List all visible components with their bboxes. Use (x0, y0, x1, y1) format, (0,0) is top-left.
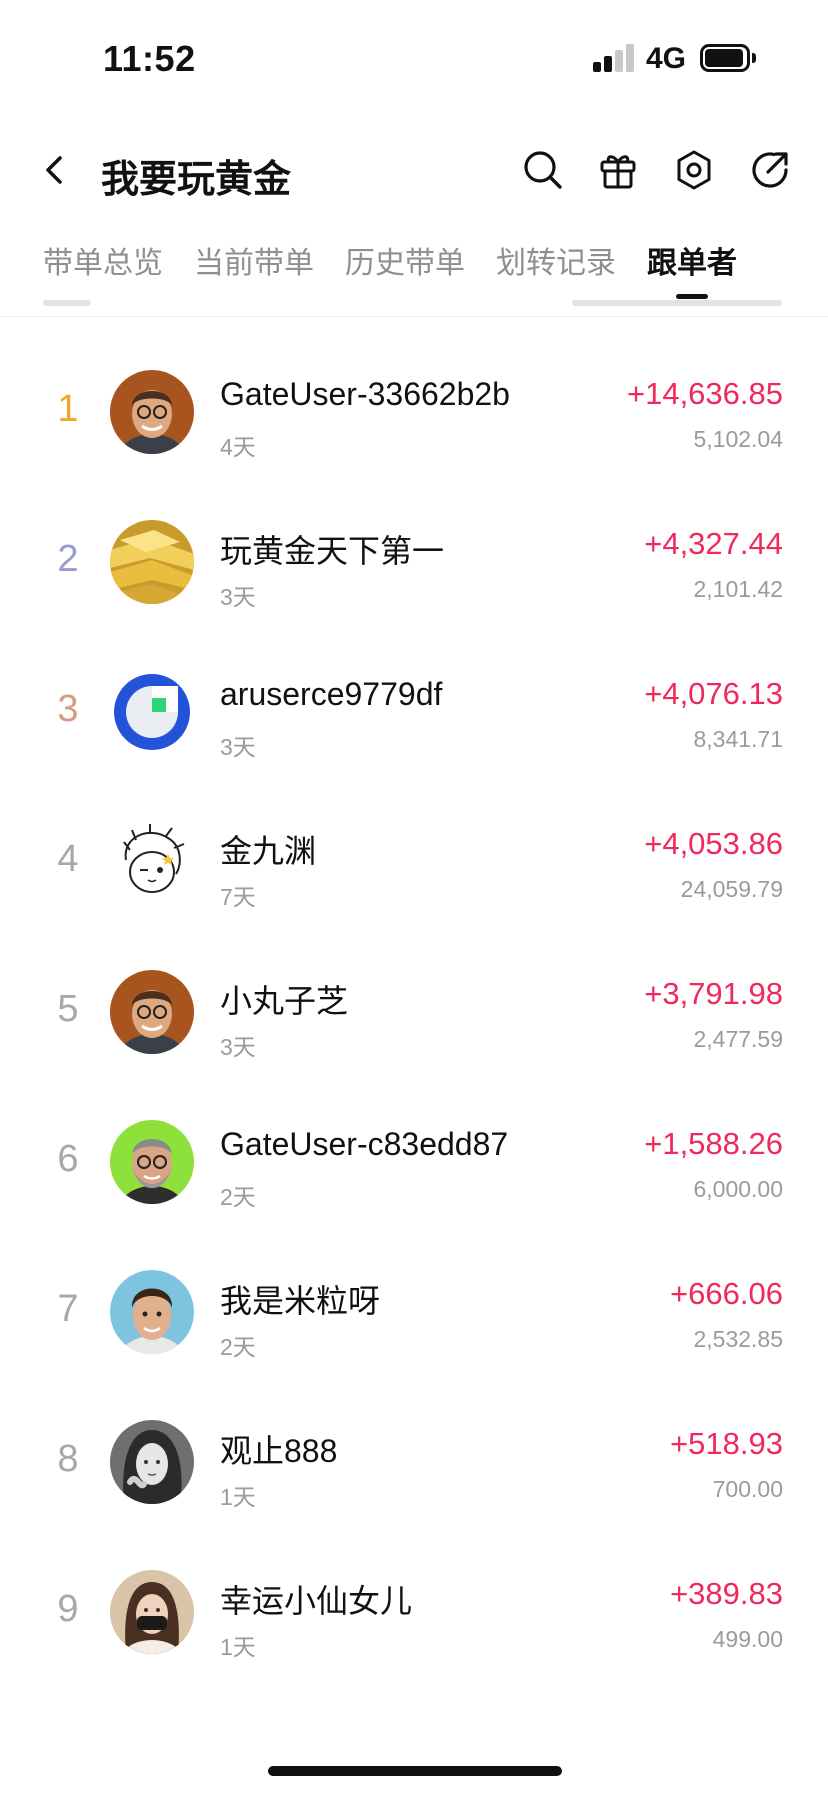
gift-icon[interactable] (596, 148, 640, 192)
page-title: 我要玩黄金 (101, 159, 292, 201)
status-bar: 11:52 4G (0, 0, 828, 120)
list-item[interactable]: 7 我是米粒呀 2天 +666.06 2,532.85 (0, 1240, 828, 1390)
invest-amount: 700.00 (712, 1476, 783, 1502)
rank-number: 4 (57, 838, 79, 880)
search-icon[interactable] (521, 148, 565, 192)
back-icon[interactable] (36, 150, 76, 190)
follower-name: GateUser-c83edd87 (220, 1126, 509, 1162)
status-time: 11:52 (103, 38, 196, 79)
rank-number: 1 (57, 388, 79, 430)
tab-current-orders[interactable]: 当前带单 (194, 238, 314, 282)
tab-history-orders[interactable]: 历史带单 (345, 238, 465, 282)
battery-icon (700, 44, 756, 72)
list-item[interactable]: 4 金九渊 7天 +4,053.86 24,059.79 (0, 790, 828, 940)
list-item[interactable]: 8 观止888 1天 +518.93 700.00 (0, 1390, 828, 1540)
profit-value: +1,588.26 (644, 1126, 783, 1161)
tab-transfer-records[interactable]: 划转记录 (496, 238, 616, 282)
network-label: 4G (646, 42, 687, 75)
follower-name: aruserce9779df (220, 676, 443, 712)
follow-days: 3天 (220, 734, 256, 760)
settings-icon[interactable] (672, 148, 716, 192)
follower-name: 玩黄金天下第一 (220, 533, 445, 569)
follow-days: 3天 (220, 584, 256, 610)
signal-icon (593, 44, 635, 72)
profit-value: +389.83 (670, 1576, 783, 1611)
profit-value: +666.06 (670, 1276, 783, 1311)
avatar (110, 370, 194, 454)
rank-number: 7 (57, 1288, 79, 1330)
rank-number: 6 (57, 1138, 79, 1180)
invest-amount: 24,059.79 (680, 876, 783, 902)
invest-amount: 8,341.71 (693, 726, 783, 752)
list-item[interactable]: 2 玩黄金天下第一 3天 +4,327.44 2,101.42 (0, 490, 828, 640)
follower-name: GateUser-33662b2b (220, 376, 510, 412)
follower-name: 观止888 (220, 1433, 338, 1469)
follower-name: 我是米粒呀 (220, 1283, 381, 1319)
rank-number: 3 (57, 688, 79, 730)
profit-value: +518.93 (670, 1426, 783, 1461)
list-item[interactable]: 9 幸运小仙女儿 1天 +389.83 499.00 (0, 1540, 828, 1690)
tab-active-indicator (676, 294, 708, 299)
page: 11:52 4G 我要玩黄金 带单总览 当前带单 历史带单 划转记录 跟单者 1… (0, 0, 828, 1796)
home-indicator (268, 1766, 562, 1776)
invest-amount: 499.00 (712, 1626, 783, 1652)
invest-amount: 2,477.59 (693, 1026, 783, 1052)
avatar (110, 1570, 194, 1654)
avatar (110, 820, 194, 904)
avatar (110, 520, 194, 604)
profit-value: +4,053.86 (644, 826, 783, 861)
rank-number: 9 (57, 1588, 79, 1630)
list-item[interactable]: 6 GateUser-c83edd87 2天 +1,588.26 6,000.0… (0, 1090, 828, 1240)
avatar (110, 1270, 194, 1354)
header: 我要玩黄金 (0, 130, 828, 210)
follow-days: 7天 (220, 884, 256, 910)
follow-days: 2天 (220, 1334, 256, 1360)
rank-number: 2 (57, 538, 79, 580)
invest-amount: 5,102.04 (693, 426, 783, 452)
avatar (110, 1120, 194, 1204)
invest-amount: 6,000.00 (693, 1176, 783, 1202)
tab-followers[interactable]: 跟单者 (647, 238, 737, 282)
rank-number: 8 (57, 1438, 79, 1480)
profit-value: +3,791.98 (644, 976, 783, 1011)
profit-value: +4,076.13 (644, 676, 783, 711)
avatar (110, 670, 194, 754)
tab-overview[interactable]: 带单总览 (43, 238, 163, 282)
follow-days: 4天 (220, 434, 256, 460)
invest-amount: 2,532.85 (693, 1326, 783, 1352)
rank-number: 5 (57, 988, 79, 1030)
divider (0, 316, 828, 317)
avatar (110, 970, 194, 1054)
avatar (110, 1420, 194, 1504)
follow-days: 2天 (220, 1184, 256, 1210)
follow-days: 1天 (220, 1634, 256, 1660)
follow-days: 3天 (220, 1034, 256, 1060)
invest-amount: 2,101.42 (693, 576, 783, 602)
share-icon[interactable] (748, 148, 792, 192)
tab-bar: 带单总览 当前带单 历史带单 划转记录 跟单者 (0, 228, 828, 300)
list-item[interactable]: 5 小丸子芝 3天 +3,791.98 2,477.59 (0, 940, 828, 1090)
follower-name: 小丸子芝 (220, 983, 349, 1019)
list-item[interactable]: 3 aruserce9779df 3天 +4,076.13 8,341.71 (0, 640, 828, 790)
follower-name: 幸运小仙女儿 (220, 1583, 413, 1619)
list-item[interactable]: 1 GateUser-33662b2b 4天 +14,636.85 5,102.… (0, 340, 828, 490)
profit-value: +14,636.85 (626, 376, 783, 411)
follow-days: 1天 (220, 1484, 256, 1510)
profit-value: +4,327.44 (644, 526, 783, 561)
follower-name: 金九渊 (220, 833, 317, 869)
